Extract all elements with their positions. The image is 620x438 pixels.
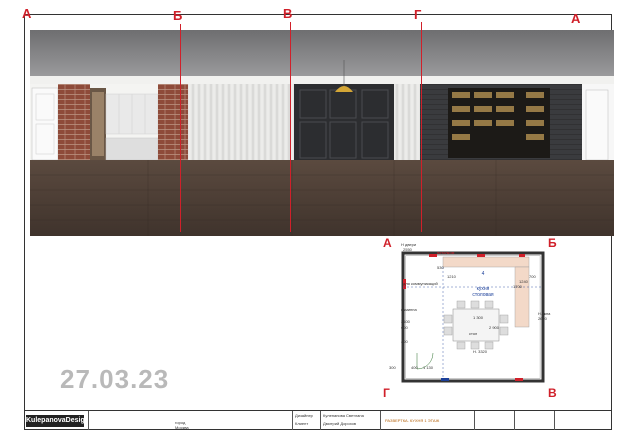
title-block-cell-b [514, 411, 554, 430]
title-block: KulepanovaDesign город Москва Дизайнер К… [24, 410, 612, 430]
title-block-address-cell: город Москва [88, 411, 189, 430]
title-block-role-client: Клиент [295, 421, 309, 426]
axis-marker-a-right: А [571, 11, 581, 26]
drawing-sheet: А Б В Г А 27.03.23 Н двери 2550 потолком… [0, 0, 620, 438]
plan-label-1300: 1 300 [473, 315, 484, 320]
axis-marker-v: В [283, 6, 293, 21]
plan-label-400a: 400 [401, 339, 408, 344]
plan-axis-b: Б [548, 236, 557, 250]
plan-axis-g: Г [383, 386, 390, 400]
drawing-date: 27.03.23 [60, 364, 170, 394]
room-number: 4 [481, 271, 485, 277]
plan-label-400b: 400 [411, 365, 418, 370]
plan-label-2600: 2600 [401, 319, 410, 324]
plan-label-fireplace: каминна [401, 307, 417, 312]
title-block-client-name: Дмитрий Дорохов [323, 421, 357, 426]
plan-label-1210: 1210 [447, 274, 456, 279]
plan-axis-v: В [548, 386, 557, 400]
plan-label-530: 530 [437, 265, 444, 270]
axis-marker-b: Б [173, 8, 183, 23]
axis-line-v [290, 22, 291, 232]
room-name-dining: столовая [472, 292, 494, 298]
axis-marker-a-left: А [22, 6, 32, 21]
plan-label-1700: 1700 [513, 284, 522, 289]
axis-line-g [421, 22, 422, 232]
plan-label-600: 600 [401, 325, 408, 330]
plan-label-door-height-value: 2550 [403, 247, 412, 252]
title-block-cell-a [474, 411, 514, 430]
title-block-names-cell: Кулепанова Светлана Дмитрий Дорохов [320, 411, 380, 430]
axis-line-b [180, 24, 181, 232]
title-block-sheet-title-cell: РАЗВЕРТКА. КУХНЯ 1 ЭТАЖ [380, 411, 474, 430]
plan-label-1130: 1 130 [423, 365, 434, 370]
title-block-sheet-title: РАЗВЕРТКА. КУХНЯ 1 ЭТАЖ [385, 418, 440, 423]
title-block-designer-name: Кулепанова Светлана [323, 413, 364, 418]
plan-axis-a: А [383, 236, 392, 250]
plan-label-2600-right: 2600 [538, 316, 547, 321]
plan-label-ceiling: потолком [437, 250, 455, 255]
plan-label-2900: 2 900 [489, 325, 500, 330]
plan-label-3320: Н. 3320 [473, 349, 488, 354]
kitchen-elevation-render [30, 30, 614, 236]
plan-label-700: 700 [529, 274, 536, 279]
title-block-roles-cell: Дизайнер Клиент [292, 411, 320, 430]
plan-label-communications: для коммуникаций [403, 281, 438, 286]
plan-label-table: стол [469, 331, 478, 336]
axis-marker-g: Г [414, 7, 422, 22]
title-block-cell-c [554, 411, 612, 430]
title-block-role-designer: Дизайнер [295, 413, 313, 418]
title-block-address: город Москва [175, 420, 189, 430]
studio-logo: KulepanovaDesign [26, 415, 89, 427]
plan-label-300: 300 [389, 365, 396, 370]
floor-plan: Н двери 2550 потолком 530 1210 1240 1700… [389, 242, 565, 393]
